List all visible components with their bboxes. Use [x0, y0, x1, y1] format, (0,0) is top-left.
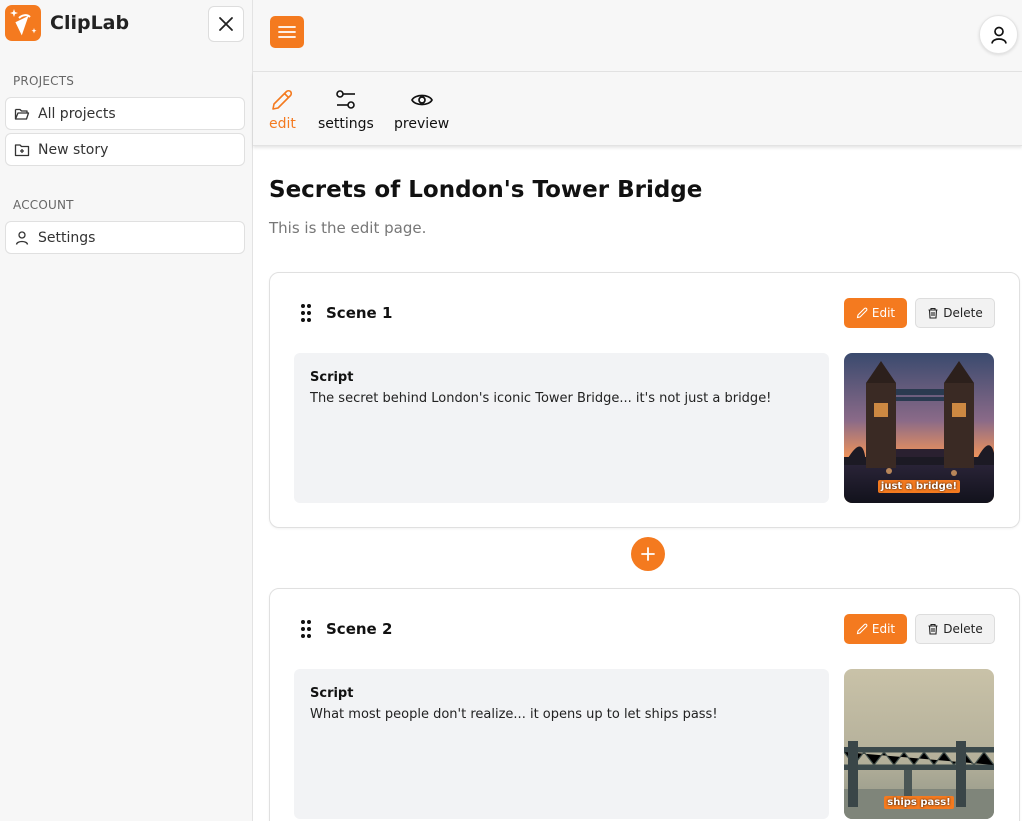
tab-label: preview — [394, 116, 450, 132]
tab-preview[interactable]: preview — [394, 88, 449, 132]
add-scene-button[interactable] — [631, 537, 665, 571]
script-label: Script — [310, 686, 354, 701]
tab-label: edit — [269, 116, 296, 132]
script-label: Script — [310, 370, 354, 385]
scene-title: Scene 1 — [326, 304, 393, 322]
top-bar — [253, 0, 1022, 72]
user-icon — [990, 26, 1007, 44]
delete-scene-button[interactable]: Delete — [915, 614, 995, 644]
sidebar-item-label: Settings — [38, 229, 96, 246]
sliders-icon — [334, 88, 358, 112]
scene-header: Scene 1 — [300, 303, 392, 323]
edit-scene-button[interactable]: Edit — [844, 298, 907, 328]
script-text: What most people don't realize... it ope… — [310, 707, 718, 722]
close-sidebar-button[interactable] — [208, 6, 244, 42]
tabs-bar: edit settings preview — [253, 72, 1022, 146]
edit-scene-button[interactable]: Edit — [844, 614, 907, 644]
delete-label: Delete — [943, 306, 983, 320]
hamburger-icon — [278, 26, 296, 38]
sidebar: ClipLab PROJECTS All projects New story … — [0, 0, 253, 821]
eye-icon — [410, 88, 434, 112]
scene-card: Scene 1 Edit Delete Script The secret be… — [269, 272, 1020, 528]
scene-title: Scene 2 — [326, 620, 393, 638]
thumbnail-caption: just a bridge! — [844, 474, 994, 493]
tab-settings[interactable]: settings — [318, 88, 374, 132]
delete-scene-button[interactable]: Delete — [915, 298, 995, 328]
cliplab-logo-icon — [5, 5, 41, 41]
sidebar-item-new-story[interactable]: New story — [5, 133, 245, 166]
projects-section-label: PROJECTS — [13, 74, 75, 88]
tab-label: settings — [318, 116, 374, 132]
close-icon — [219, 17, 233, 31]
pencil-icon — [856, 623, 868, 635]
menu-button[interactable] — [270, 16, 304, 48]
user-menu-button[interactable] — [979, 15, 1018, 54]
drag-handle-icon[interactable] — [300, 619, 312, 639]
pencil-icon — [270, 88, 294, 112]
sidebar-item-settings[interactable]: Settings — [5, 221, 245, 254]
user-icon — [14, 230, 30, 246]
tab-edit[interactable]: edit — [269, 88, 296, 132]
brand[interactable]: ClipLab — [5, 5, 129, 41]
trash-icon — [928, 623, 938, 635]
scene-header: Scene 2 — [300, 619, 392, 639]
script-box[interactable]: Script What most people don't realize...… — [294, 669, 829, 819]
plus-icon — [641, 547, 655, 561]
page-subtitle: This is the edit page. — [269, 219, 427, 237]
edit-label: Edit — [871, 622, 896, 636]
scene-thumbnail[interactable]: just a bridge! — [844, 353, 994, 503]
drag-handle-icon[interactable] — [300, 303, 312, 323]
delete-label: Delete — [943, 622, 983, 636]
scene-card: Scene 2 Edit Delete Script What most peo… — [269, 588, 1020, 821]
page-title: Secrets of London's Tower Bridge — [269, 177, 703, 203]
sidebar-item-all-projects[interactable]: All projects — [5, 97, 245, 130]
sidebar-item-label: All projects — [38, 105, 116, 122]
scene-thumbnail[interactable]: ships pass! — [844, 669, 994, 819]
script-box[interactable]: Script The secret behind London's iconic… — [294, 353, 829, 503]
folder-plus-icon — [14, 142, 30, 158]
trash-icon — [928, 307, 938, 319]
sidebar-item-label: New story — [38, 141, 109, 158]
account-section-label: ACCOUNT — [13, 198, 74, 212]
edit-label: Edit — [871, 306, 896, 320]
script-text: The secret behind London's iconic Tower … — [310, 391, 772, 406]
app-name: ClipLab — [50, 12, 130, 34]
folder-open-icon — [14, 106, 30, 122]
thumbnail-caption: ships pass! — [844, 790, 994, 809]
pencil-icon — [856, 307, 868, 319]
